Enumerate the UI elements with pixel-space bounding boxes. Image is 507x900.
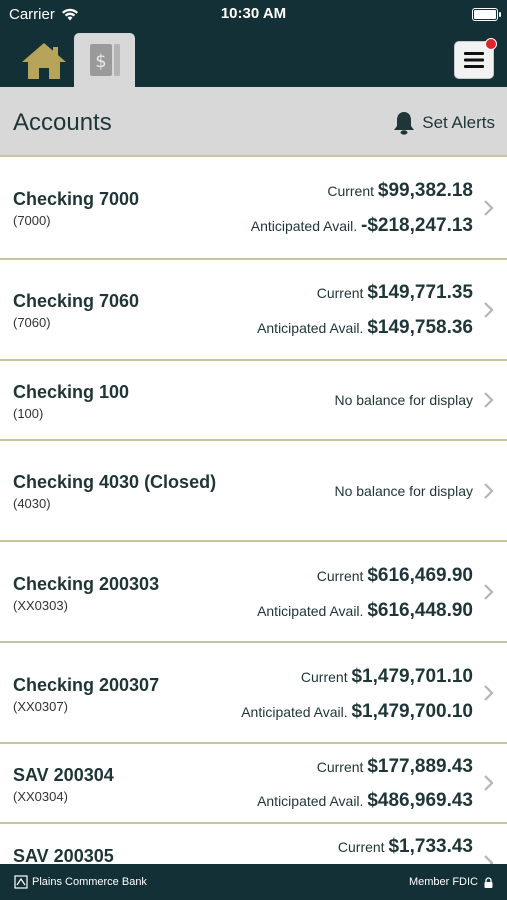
current-balance: Current $1,479,701.10 <box>300 666 473 687</box>
dollar-document-icon: $ <box>89 44 120 76</box>
status-bar: Carrier 10:30 AM <box>0 0 507 30</box>
set-alerts-button[interactable]: Set Alerts <box>393 111 495 135</box>
bank-logo-icon <box>14 875 28 889</box>
title-bar: Accounts Set Alerts <box>0 87 507 157</box>
anticipated-balance: Anticipated Avail. $149,758.36 <box>257 317 473 338</box>
no-balance-message: No balance for display <box>334 392 473 408</box>
anticipated-balance: Anticipated Avail. -$218,247.13 <box>250 215 473 236</box>
account-name: SAV 200304 <box>13 765 114 785</box>
tab-accounts[interactable]: $ <box>74 33 135 87</box>
account-row[interactable]: Checking 200303 (XX0303) Current $616,46… <box>0 542 507 643</box>
current-balance: Current $616,469.90 <box>316 565 473 586</box>
chevron-right-icon <box>484 483 494 499</box>
account-name: Checking 200307 <box>13 675 160 695</box>
account-row[interactable]: Checking 200307 (XX0307) Current $1,479,… <box>0 643 507 744</box>
set-alerts-label: Set Alerts <box>422 113 495 132</box>
account-number: (7000) <box>13 213 51 228</box>
home-icon <box>22 43 66 79</box>
chevron-right-icon <box>484 855 494 864</box>
account-name: Checking 7000 <box>13 189 140 209</box>
account-row[interactable]: Checking 7060 (7060) Current $149,771.35… <box>0 260 507 361</box>
footer: Plains Commerce Bank Member FDIC <box>0 864 507 900</box>
account-name: Checking 7060 <box>13 291 140 311</box>
account-name: Checking 100 <box>13 382 130 402</box>
account-list[interactable]: Checking 7000 (7000) Current $99,382.18 … <box>0 159 507 864</box>
fdic-notice: Member FDIC <box>409 876 493 888</box>
account-number: (100) <box>13 406 44 421</box>
menu-button[interactable] <box>454 38 497 79</box>
clock: 10:30 AM <box>220 5 287 22</box>
account-number: (7060) <box>13 315 51 330</box>
bank-brand: Plains Commerce Bank <box>14 875 147 889</box>
chevron-right-icon <box>484 302 494 318</box>
account-row[interactable]: Checking 7000 (7000) Current $99,382.18 … <box>0 159 507 260</box>
account-name: Checking 4030 (Closed) <box>13 472 217 492</box>
current-balance: Current $177,889.43 <box>316 756 473 777</box>
bank-name: Plains Commerce Bank <box>32 876 147 888</box>
account-number: (XX0303) <box>13 598 68 613</box>
battery-icon <box>472 8 501 21</box>
account-number: (4030) <box>13 496 51 511</box>
tab-home[interactable] <box>18 38 70 84</box>
chevron-right-icon <box>484 200 494 216</box>
account-row[interactable]: SAV 200305 Current $1,733.43 <box>0 824 507 864</box>
chevron-right-icon <box>484 584 494 600</box>
chevron-right-icon <box>484 685 494 701</box>
no-balance-message: No balance for display <box>334 483 473 499</box>
lock-icon <box>484 876 493 888</box>
hamburger-icon <box>464 52 484 68</box>
account-name: SAV 200305 <box>13 846 114 864</box>
anticipated-balance: Anticipated Avail. $1,479,700.10 <box>241 701 473 722</box>
anticipated-balance: Anticipated Avail. $616,448.90 <box>257 600 473 621</box>
chevron-right-icon <box>484 392 494 408</box>
current-balance: Current $149,771.35 <box>316 282 473 303</box>
account-row[interactable]: SAV 200304 (XX0304) Current $177,889.43 … <box>0 744 507 824</box>
app-header: $ <box>0 30 507 87</box>
account-number: (XX0307) <box>13 699 68 714</box>
svg-text:$: $ <box>95 51 106 72</box>
account-row[interactable]: Checking 100 (100) No balance for displa… <box>0 361 507 441</box>
account-number: (XX0304) <box>13 789 68 804</box>
account-row[interactable]: Checking 4030 (Closed) (4030) No balance… <box>0 441 507 542</box>
bell-icon <box>394 112 415 135</box>
fdic-label: Member FDIC <box>408 876 478 888</box>
notification-badge <box>485 38 497 50</box>
current-balance: Current $99,382.18 <box>327 180 473 201</box>
account-name: Checking 200303 <box>13 574 160 594</box>
page-title: Accounts <box>13 109 112 136</box>
chevron-right-icon <box>484 775 494 791</box>
current-balance: Current $1,733.43 <box>337 836 473 857</box>
anticipated-balance: Anticipated Avail. $486,969.43 <box>257 790 473 811</box>
